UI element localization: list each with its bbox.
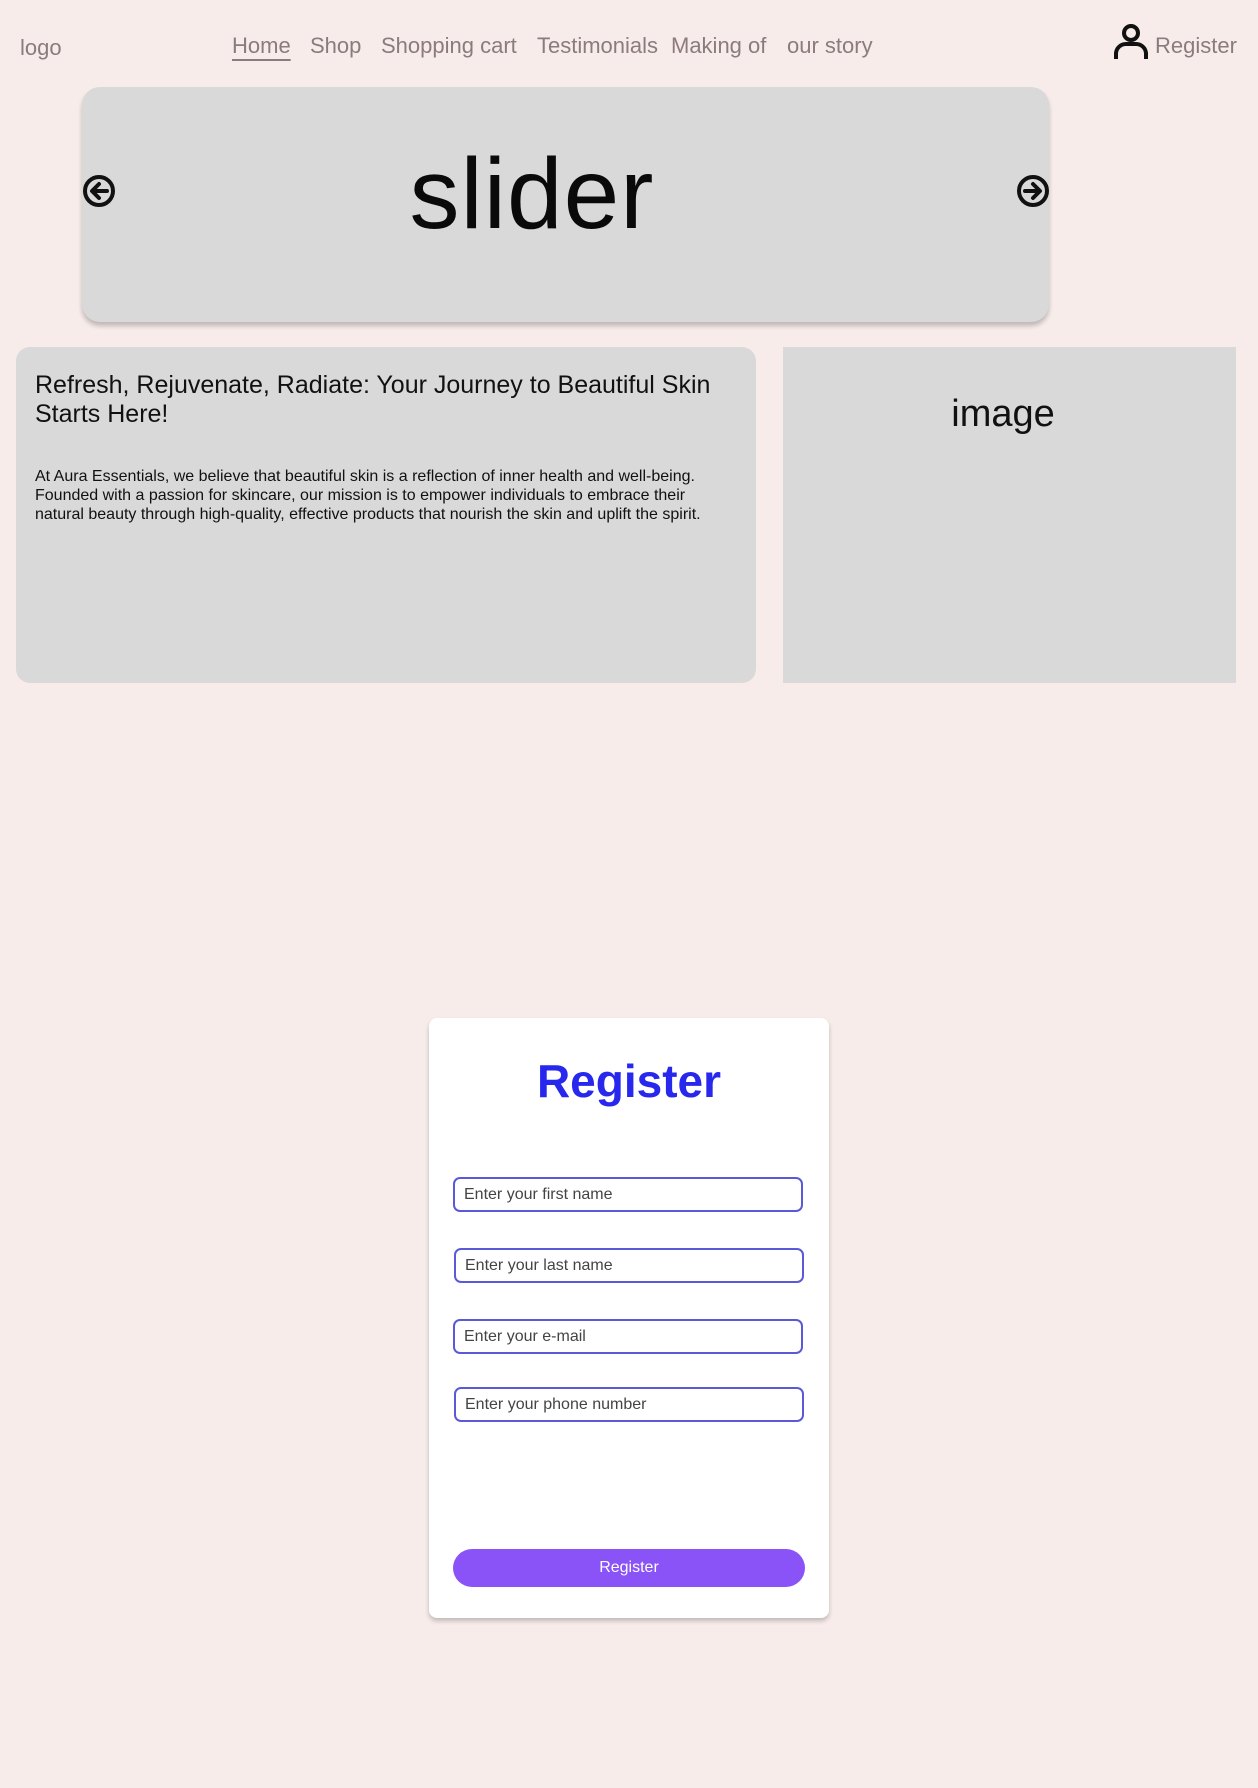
- nav-our-story[interactable]: our story: [787, 33, 873, 59]
- image-label: image: [951, 393, 1055, 435]
- email-input[interactable]: [453, 1319, 803, 1354]
- first-name-input[interactable]: [453, 1177, 803, 1212]
- slider-label: slider: [409, 138, 655, 250]
- nav-home[interactable]: Home: [232, 33, 291, 59]
- register-card: Register Register: [429, 1018, 829, 1618]
- register-link[interactable]: Register: [1155, 33, 1237, 59]
- last-name-input[interactable]: [454, 1248, 804, 1283]
- arrow-left-circle-icon[interactable]: [82, 174, 116, 208]
- intro-heading: Refresh, Rejuvenate, Radiate: Your Journ…: [35, 371, 711, 428]
- intro-text: At Aura Essentials, we believe that beau…: [35, 468, 701, 523]
- nav-testimonials[interactable]: Testimonials: [537, 33, 658, 59]
- arrow-right-circle-icon[interactable]: [1016, 174, 1050, 208]
- image-placeholder: image: [783, 347, 1236, 683]
- intro-card: Refresh, Rejuvenate, Radiate: Your Journ…: [16, 347, 756, 683]
- nav-shopping-cart[interactable]: Shopping cart: [381, 33, 517, 59]
- user-icon[interactable]: [1112, 22, 1150, 60]
- logo[interactable]: logo: [20, 35, 62, 61]
- nav-shop[interactable]: Shop: [310, 33, 361, 59]
- phone-input[interactable]: [454, 1387, 804, 1422]
- slider: slider: [82, 87, 1049, 322]
- register-title: Register: [536, 1055, 722, 1107]
- register-submit-button[interactable]: Register: [453, 1549, 805, 1587]
- nav-making-of[interactable]: Making of: [671, 33, 766, 59]
